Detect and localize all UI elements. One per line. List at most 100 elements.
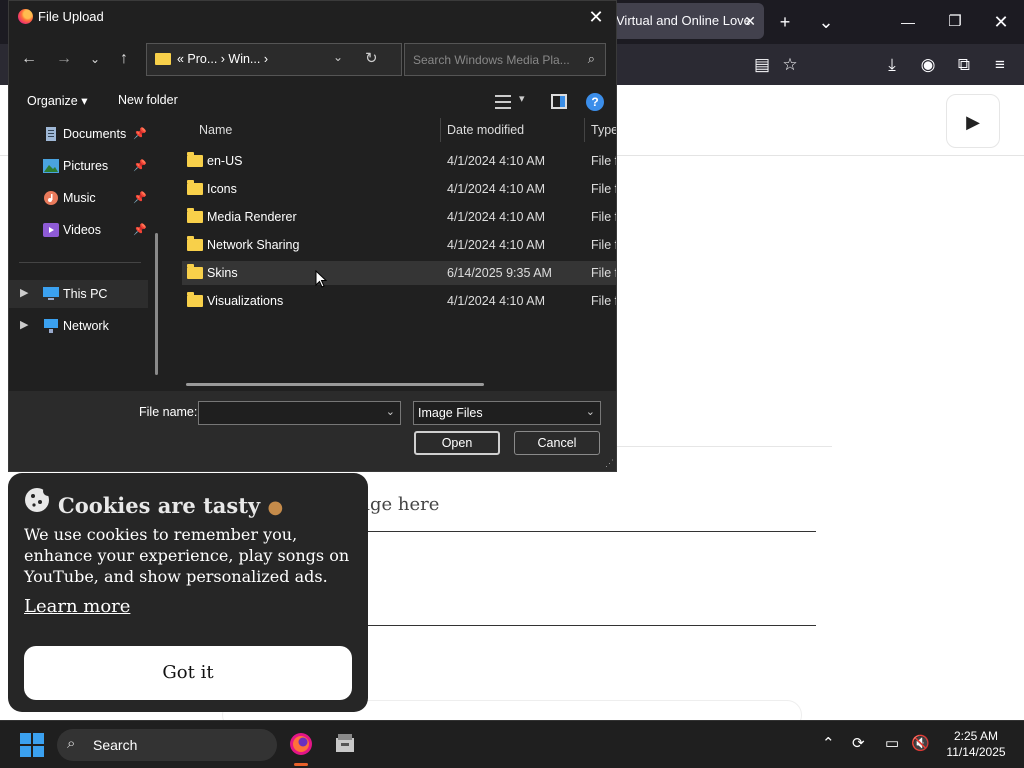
file-type: File fo — [591, 266, 616, 280]
pin-icon: 📌 — [133, 160, 147, 172]
nav-item-documents[interactable]: Documents 📌 — [9, 120, 159, 148]
windows-start-icon[interactable] — [20, 733, 44, 757]
view-options-icon[interactable] — [495, 95, 511, 109]
browser-tab-title: Virtual and Online Love — [616, 13, 751, 28]
restore-button[interactable]: ❐ — [935, 0, 975, 44]
search-input[interactable]: Search Windows Media Pla... ⌕ — [404, 43, 606, 76]
cancel-button[interactable]: Cancel — [514, 431, 600, 455]
chevron-right-icon[interactable]: ▶ — [20, 286, 28, 299]
display-icon[interactable]: ▭ — [885, 734, 899, 752]
refresh-icon[interactable]: ↻ — [365, 49, 378, 67]
chevron-down-icon[interactable]: ⌄ — [386, 405, 395, 418]
volume-muted-icon[interactable]: 🔇 — [911, 734, 930, 752]
chevron-up-icon[interactable]: ⌃ — [822, 734, 835, 752]
music-icon — [44, 191, 58, 205]
back-arrow-icon[interactable]: ← — [17, 49, 41, 69]
folder-icon — [187, 152, 203, 167]
preview-pane-icon[interactable] — [551, 94, 567, 109]
file-name: Network Sharing — [207, 238, 300, 252]
clock[interactable]: 2:25 AM 11/14/2025 — [936, 728, 1016, 760]
installer-taskbar-icon[interactable] — [327, 728, 363, 762]
nav-item-pictures[interactable]: Pictures 📌 — [9, 152, 159, 180]
column-header-date[interactable]: Date modified — [447, 123, 524, 137]
column-header-type[interactable]: Type — [591, 123, 616, 137]
bookmark-star-icon[interactable]: ☆ — [773, 44, 807, 85]
got-it-button[interactable]: Got it — [24, 646, 352, 700]
address-bar[interactable]: « Pro... › Win... › ⌄ ↻ — [146, 43, 402, 76]
file-name-input[interactable]: ⌄ — [198, 401, 401, 425]
nav-item-network[interactable]: ▶ Network — [9, 312, 159, 340]
account-icon[interactable]: ◉ — [911, 44, 945, 85]
file-row[interactable]: en-US 4/1/2024 4:10 AM File fo — [182, 149, 616, 173]
dialog-title: File Upload — [38, 9, 104, 24]
dialog-toolbar: Organize ▾ New folder ▾ ? — [9, 87, 616, 117]
new-folder-button[interactable]: New folder — [118, 93, 178, 107]
file-row[interactable]: Network Sharing 4/1/2024 4:10 AM File fo — [182, 233, 616, 257]
chevron-right-icon[interactable]: ▶ — [20, 318, 28, 331]
forward-arrow-icon[interactable]: → — [52, 49, 76, 69]
nav-scrollbar[interactable] — [155, 233, 158, 375]
breadcrumb[interactable]: « Pro... › Win... › — [177, 52, 268, 66]
play-icon: ▶ — [966, 112, 980, 132]
horizontal-scrollbar[interactable] — [186, 383, 484, 386]
organize-button[interactable]: Organize ▾ — [27, 93, 87, 108]
firefox-logo-icon — [18, 9, 33, 24]
network-icon — [44, 319, 58, 333]
file-row[interactable]: Visualizations 4/1/2024 4:10 AM File fo — [182, 289, 616, 313]
tab-list-button[interactable]: ⌄ — [806, 0, 846, 44]
nav-separator — [19, 262, 141, 263]
tab-close-icon[interactable]: ✕ — [744, 3, 756, 39]
browser-tab[interactable]: Virtual and Online Love ✕ — [606, 3, 764, 39]
open-button[interactable]: Open — [414, 431, 500, 455]
nav-item-this-pc[interactable]: ▶ This PC — [9, 280, 148, 308]
firefox-taskbar-icon[interactable] — [283, 728, 319, 766]
sync-icon[interactable]: ⟳ — [852, 734, 865, 752]
resize-grip-icon[interactable]: ⋰ — [605, 458, 614, 469]
play-button[interactable]: ▶ — [946, 94, 1000, 148]
cookie-emoji-icon: ● — [267, 497, 284, 518]
nav-label: Documents — [63, 127, 127, 141]
file-row[interactable]: Media Renderer 4/1/2024 4:10 AM File fo — [182, 205, 616, 229]
column-separator[interactable] — [584, 118, 585, 142]
file-name: en-US — [207, 154, 243, 168]
recent-locations-icon[interactable]: ⌄ — [83, 49, 107, 69]
file-row[interactable]: Icons 4/1/2024 4:10 AM File fo — [182, 177, 616, 201]
nav-label: Music — [63, 191, 96, 205]
close-window-button[interactable]: ✕ — [981, 0, 1021, 44]
address-row: ← → ⌄ ↑ « Pro... › Win... › ⌄ ↻ Search W… — [9, 39, 616, 79]
nav-item-videos[interactable]: Videos 📌 — [9, 216, 159, 244]
taskbar: ⌕ Search ⌃ ⟳ ▭ 🔇 2:25 AM 11/14/2025 — [0, 720, 1024, 768]
folder-icon — [187, 236, 203, 251]
nav-item-music[interactable]: Music 📌 — [9, 184, 159, 212]
file-date: 6/14/2025 9:35 AM — [447, 266, 552, 280]
file-type-value: Image Files — [418, 406, 483, 420]
dialog-close-button[interactable]: ✕ — [582, 3, 610, 31]
new-tab-button[interactable]: + — [765, 0, 805, 44]
minimize-button[interactable]: — — [888, 0, 928, 44]
this-pc-icon — [43, 287, 59, 300]
column-separator[interactable] — [440, 118, 441, 142]
up-arrow-icon[interactable]: ↑ — [112, 49, 136, 69]
taskbar-search[interactable]: ⌕ Search — [57, 729, 277, 761]
dialog-footer: File name: ⌄ Image Files ⌄ Open Cancel ⋰ — [9, 391, 616, 471]
file-name: Icons — [207, 182, 237, 196]
view-dropdown-icon[interactable]: ▾ — [519, 92, 525, 105]
extensions-icon[interactable]: ⧉ — [947, 44, 981, 85]
downloads-icon[interactable]: ⤓ — [875, 44, 909, 85]
page-divider — [617, 446, 832, 447]
help-icon[interactable]: ? — [586, 93, 604, 111]
chevron-down-icon[interactable]: ⌄ — [586, 405, 595, 418]
address-dropdown-icon[interactable]: ⌄ — [333, 50, 343, 64]
column-header-name[interactable]: Name — [199, 123, 232, 137]
navigation-pane: Documents 📌 Pictures 📌 Music 📌 Videos 📌 … — [9, 118, 161, 390]
cookie-banner: Cookies are tasty ● We use cookies to re… — [8, 473, 368, 712]
file-type: File fo — [591, 294, 616, 308]
nav-label: Network — [63, 319, 109, 333]
learn-more-link[interactable]: Learn more — [24, 596, 130, 617]
cookie-text: We use cookies to remember you, enhance … — [24, 525, 350, 586]
nav-label: Pictures — [63, 159, 109, 173]
file-row-hovered[interactable]: Skins 6/14/2025 9:35 AM File fo — [182, 261, 616, 285]
menu-icon[interactable]: ≡ — [983, 44, 1017, 85]
file-type-select[interactable]: Image Files ⌄ — [413, 401, 601, 425]
sort-ascending-icon: ⌃ — [311, 118, 320, 124]
